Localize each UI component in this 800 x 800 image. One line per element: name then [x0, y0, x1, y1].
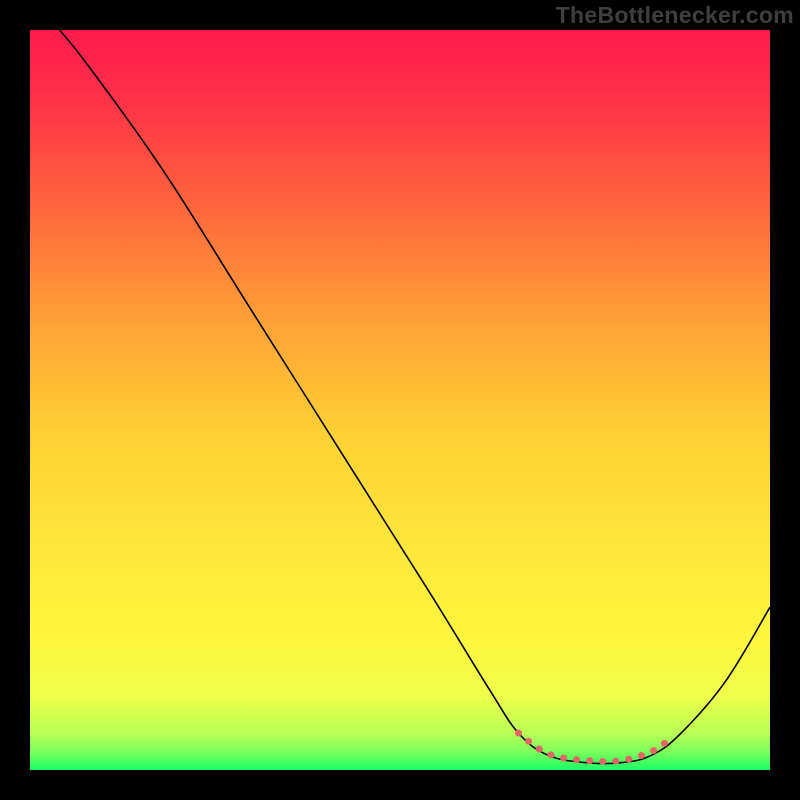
chart-container: TheBottlenecker.com	[0, 0, 800, 800]
chart-svg	[30, 30, 770, 770]
chart-background	[30, 30, 770, 770]
watermark-text: TheBottlenecker.com	[556, 2, 794, 29]
